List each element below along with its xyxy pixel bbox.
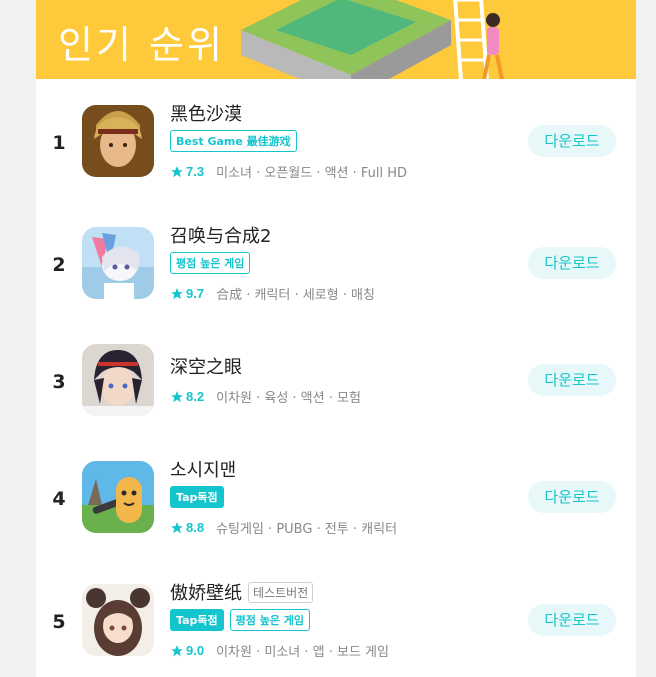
- game-title[interactable]: 소시지맨: [170, 456, 236, 482]
- download-button[interactable]: 다운로드: [528, 125, 616, 157]
- genre-tags: 미소녀 · 오픈월드 · 액션 · Full HD: [216, 166, 408, 181]
- rank-number: 3: [52, 371, 66, 393]
- game-title[interactable]: 召唤与合成2: [170, 222, 271, 248]
- download-button[interactable]: 다운로드: [528, 247, 616, 279]
- rating-score: 9.7: [186, 286, 205, 301]
- genre-tags: 이차원 · 미소녀 · 앱 · 보드 게임: [216, 645, 389, 660]
- rating-score: 8.2: [186, 389, 205, 404]
- star-icon: [171, 390, 183, 402]
- genre-tags: 이차원 · 육성 · 액션 · 모험: [216, 391, 361, 406]
- star-icon: [171, 644, 183, 656]
- genre-tags: 合成 · 캐릭터 · 세로형 · 매칭: [216, 288, 375, 303]
- star-icon: [171, 287, 183, 299]
- high-rating-tag: 평점 높은 게임: [170, 252, 251, 274]
- page-title: 인기 순위: [58, 23, 225, 67]
- banner-illustration: [241, 0, 504, 79]
- game-title[interactable]: 黑色沙漠: [170, 100, 242, 126]
- rating-score: 7.3: [186, 164, 205, 179]
- ranking-panel: 인기 순위 1 黑色沙漠 Best Game 最佳游戏 7.3 미소녀 · 오픈…: [36, 0, 636, 677]
- wallpaper-app-icon[interactable]: [82, 584, 154, 656]
- game-title[interactable]: 深空之眼: [170, 353, 242, 379]
- high-rating-tag: 평점 높은 게임: [229, 609, 311, 631]
- tap-exclusive-tag: Tap독점: [170, 609, 224, 631]
- genre-tags: 슈팅게임 · PUBG · 전투 · 캐릭터: [216, 522, 398, 537]
- download-button[interactable]: 다운로드: [528, 481, 616, 513]
- rank-number: 1: [52, 132, 66, 154]
- black-desert-icon[interactable]: [82, 105, 154, 177]
- download-button[interactable]: 다운로드: [528, 364, 616, 396]
- download-button[interactable]: 다운로드: [528, 604, 616, 636]
- tap-exclusive-tag: Tap독점: [170, 486, 224, 508]
- aether-gazer-icon[interactable]: [82, 344, 154, 416]
- star-icon: [171, 165, 183, 177]
- sausage-man-icon[interactable]: [82, 461, 154, 533]
- rating-score: 9.0: [186, 643, 205, 658]
- ranking-banner: 인기 순위: [36, 0, 636, 79]
- best-game-tag: Best Game 最佳游戏: [170, 130, 297, 152]
- rank-number: 5: [52, 611, 66, 633]
- summon-merge-icon[interactable]: [82, 227, 154, 299]
- rating-score: 8.8: [186, 520, 205, 535]
- test-version-badge: 테스트버전: [248, 581, 314, 603]
- star-icon: [171, 521, 183, 533]
- rank-number: 2: [52, 254, 66, 276]
- rank-number: 4: [52, 488, 66, 510]
- game-title[interactable]: 傲娇壁纸: [170, 579, 242, 605]
